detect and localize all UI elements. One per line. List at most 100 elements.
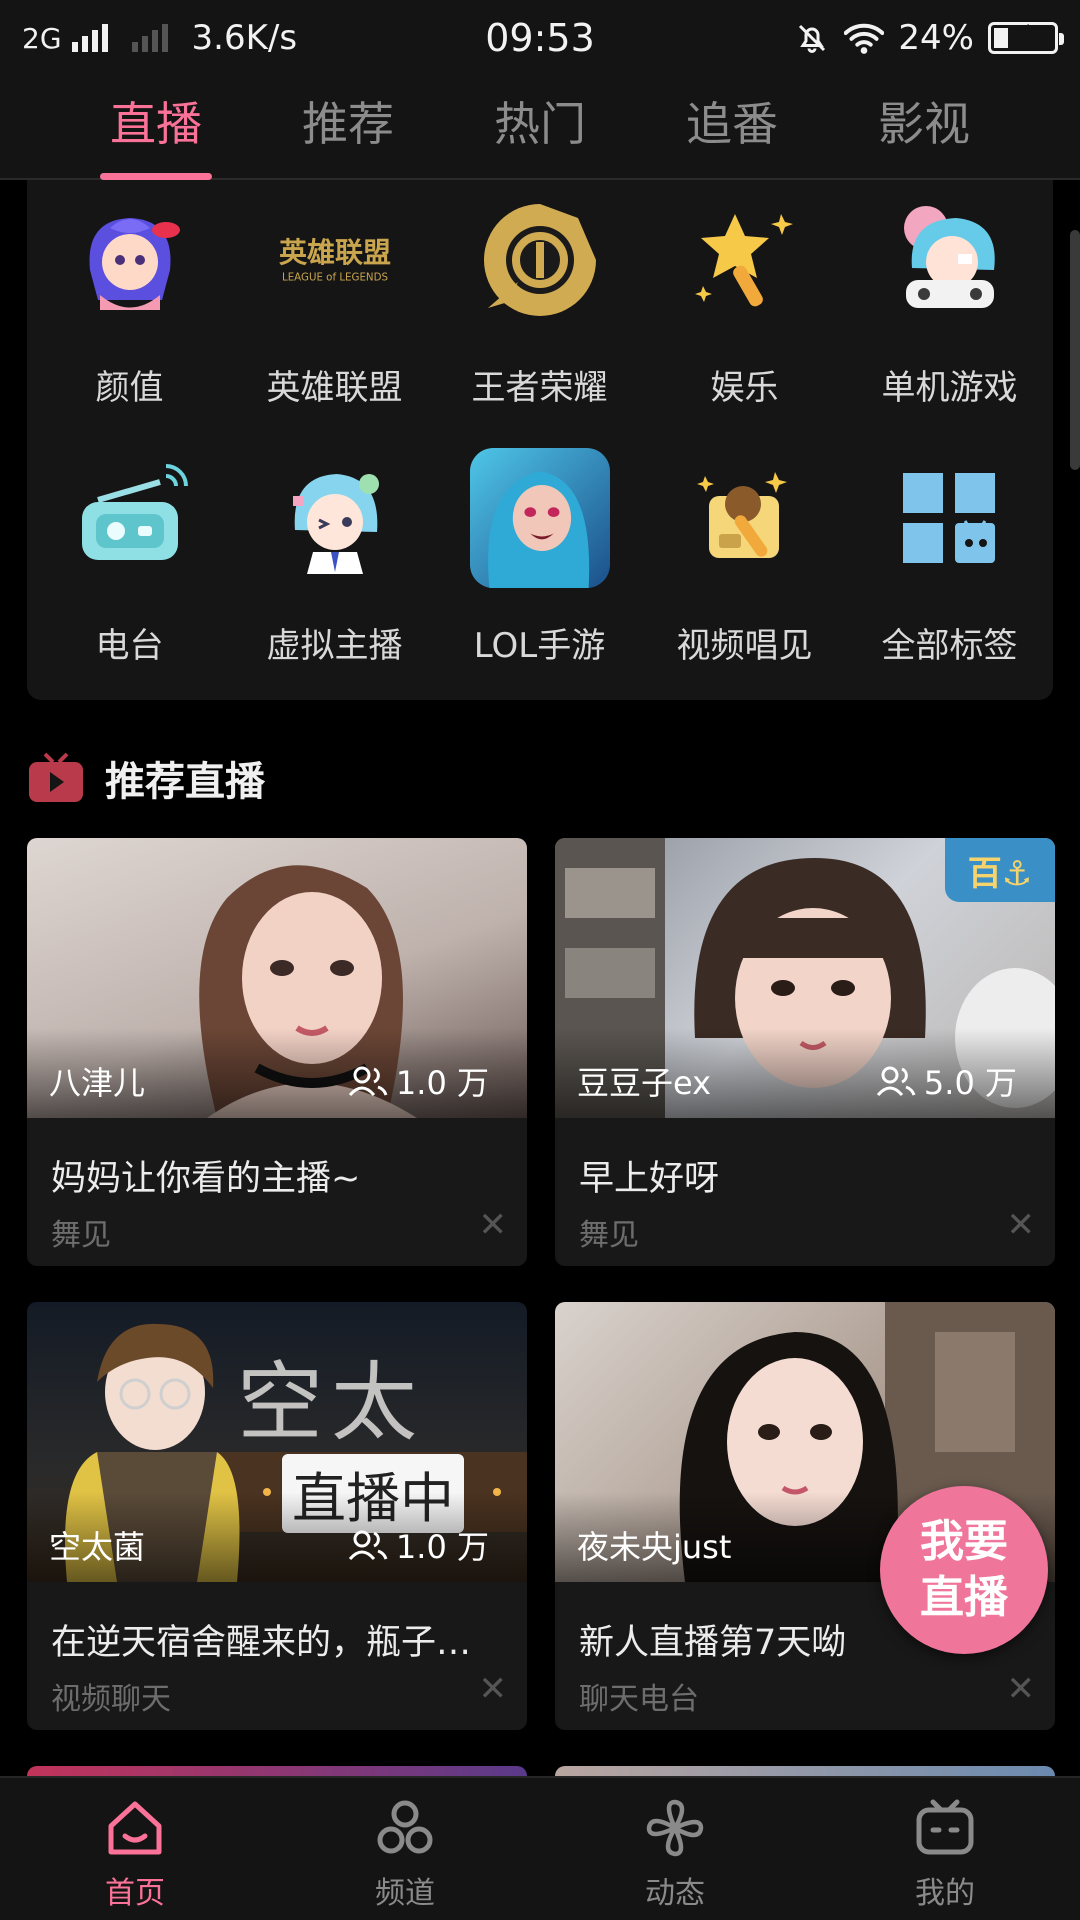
viewer-count-text: 1.0 万: [395, 1064, 489, 1102]
close-icon[interactable]: ✕: [479, 1672, 508, 1706]
anime-girl-lips-icon: [60, 190, 200, 330]
category-item-entertainment[interactable]: 娱乐: [642, 180, 847, 438]
bottom-nav: 首页 频道 动态 我的: [0, 1776, 1080, 1920]
nav-channels[interactable]: 频道: [270, 1778, 540, 1920]
tab-live[interactable]: 直播: [60, 88, 252, 180]
category-label: LOL手游: [473, 626, 606, 666]
close-icon[interactable]: ✕: [1007, 1208, 1036, 1242]
battery-icon: ⚡: [988, 21, 1064, 54]
category-item-beauty[interactable]: 颜值: [27, 180, 232, 438]
category-item-honor-of-kings[interactable]: 王者荣耀: [437, 180, 642, 438]
tab-anime[interactable]: 追番: [636, 88, 828, 166]
nav-label: 频道: [375, 1876, 435, 1911]
stream-category: 舞见: [579, 1218, 639, 1253]
live-card[interactable]: 空太 直播中 空太菌 1.0 万 在逆天宿舍醒来的，瓶子… 视频聊天 ✕: [27, 1302, 527, 1730]
stream-title: 早上好呀: [579, 1159, 720, 1199]
live-card[interactable]: 百⚓ 豆豆子ex 5.0 万 早上好呀 舞见 ✕: [555, 838, 1055, 1266]
category-label: 英雄联盟: [266, 368, 403, 408]
category-label: 全部标签: [881, 626, 1018, 666]
network-speed: 3.6K/s: [191, 18, 298, 58]
viewer-count: 1.0 万: [348, 1522, 489, 1568]
wifi-icon: [844, 23, 885, 54]
stream-title: 在逆天宿舍醒来的，瓶子…: [51, 1623, 472, 1663]
category-item-radio[interactable]: 电台: [27, 438, 232, 696]
close-icon[interactable]: ✕: [479, 1208, 508, 1242]
category-item-single-player-games[interactable]: 单机游戏: [847, 180, 1052, 438]
category-item-video-singing[interactable]: 视频唱见: [642, 438, 847, 696]
thumbnail-text: 空太: [237, 1353, 425, 1453]
nav-label: 我的: [915, 1876, 975, 1911]
tab-hot[interactable]: 热门: [444, 88, 636, 166]
tab-movies[interactable]: 影视: [828, 88, 1020, 166]
nav-label: 动态: [645, 1876, 705, 1911]
nav-home[interactable]: 首页: [0, 1778, 270, 1920]
tab-recommend[interactable]: 推荐: [252, 88, 444, 166]
category-label: 虚拟主播: [266, 626, 403, 666]
streamer-name: 八津儿: [49, 1064, 146, 1102]
category-panel: 颜值 英雄联盟 LEAGUE of LEGENDS 英雄联盟 王者荣耀 娱乐 单机…: [27, 180, 1053, 700]
category-item-lol[interactable]: 英雄联盟 LEAGUE of LEGENDS 英雄联盟: [232, 180, 437, 438]
stream-category: 聊天电台: [579, 1682, 699, 1717]
signal-2-icon: [131, 24, 168, 52]
signal-icon: [71, 24, 108, 52]
section-title: 推荐直播: [105, 759, 265, 805]
corner-badge: 百⚓: [945, 838, 1055, 902]
category-label: 电台: [95, 626, 164, 666]
honor-of-kings-logo: [470, 190, 610, 330]
streamer-name: 空太菌: [49, 1528, 146, 1566]
microphone-star-icon: [675, 190, 815, 330]
category-item-virtual-streamer[interactable]: 虚拟主播: [232, 438, 437, 696]
mute-bell-icon: [799, 24, 826, 53]
all-tags-grid-icon: [880, 448, 1020, 588]
top-tabs: 直播 推荐 热门 追番 影视: [0, 76, 1080, 180]
home-icon: [108, 1801, 162, 1855]
league-of-legends-logo: 英雄联盟 LEAGUE of LEGENDS: [265, 190, 405, 330]
tv-icon: [29, 752, 83, 802]
stream-category: 视频聊天: [51, 1682, 171, 1717]
category-item-all-tags[interactable]: 全部标签: [847, 438, 1052, 696]
radio-icon: [60, 448, 200, 588]
svg-text:LEAGUE of LEGENDS: LEAGUE of LEGENDS: [281, 272, 387, 284]
network-type: 2G: [22, 21, 62, 55]
streamer-name: 夜未央just: [577, 1528, 732, 1566]
category-label: 颜值: [95, 368, 164, 408]
viewers-icon: [348, 1066, 388, 1097]
viewers-icon: [348, 1530, 388, 1561]
lol-mobile-app-icon: [469, 448, 610, 588]
stream-thumbnail[interactable]: 百⚓ 豆豆子ex 5.0 万: [555, 838, 1055, 1118]
section-header: 推荐直播: [27, 745, 265, 811]
category-label: 视频唱见: [676, 626, 813, 666]
nav-label: 首页: [105, 1876, 165, 1911]
battery-percent: 24%: [898, 18, 974, 58]
virtual-streamer-icon: [265, 448, 405, 588]
category-label: 娱乐: [710, 368, 779, 408]
go-live-line2: 直播: [920, 1572, 1008, 1623]
go-live-line1: 我要: [920, 1516, 1008, 1567]
live-card[interactable]: 八津儿 1.0 万 妈妈让你看的主播~ 舞见 ✕: [27, 838, 527, 1266]
category-label: 单机游戏: [881, 368, 1018, 408]
pinwheel-icon: [646, 1799, 704, 1857]
viewer-count: 5.0 万: [876, 1058, 1017, 1104]
viewer-count: 1.0 万: [348, 1058, 489, 1104]
viewer-count-text: 1.0 万: [395, 1528, 489, 1566]
stream-category: 舞见: [51, 1218, 111, 1253]
category-label: 王者荣耀: [471, 368, 608, 408]
singing-mic-icon: [675, 448, 815, 588]
anime-girl-gamepad-icon: [880, 190, 1020, 330]
status-left: 2G 3.6K/s: [22, 18, 794, 58]
close-icon[interactable]: ✕: [1007, 1672, 1036, 1706]
status-bar: 2G 3.6K/s 09:53 24% ⚡: [0, 0, 1080, 76]
nav-profile[interactable]: 我的: [810, 1778, 1080, 1920]
channels-icon: [377, 1800, 433, 1854]
viewer-count-text: 5.0 万: [923, 1064, 1017, 1102]
nav-activity[interactable]: 动态: [540, 1778, 810, 1920]
stream-thumbnail[interactable]: 空太 直播中 空太菌 1.0 万: [27, 1302, 527, 1582]
streamer-name: 豆豆子ex: [577, 1064, 712, 1102]
go-live-button[interactable]: 我要 直播: [880, 1486, 1048, 1654]
scrollbar[interactable]: [1070, 230, 1080, 470]
status-right: 24% ⚡: [794, 18, 1064, 58]
category-item-lol-mobile[interactable]: LOL手游: [437, 438, 642, 696]
stream-thumbnail[interactable]: 八津儿 1.0 万: [27, 838, 527, 1118]
tv-face-icon: [916, 1799, 974, 1855]
svg-text:英雄联盟: 英雄联盟: [278, 236, 390, 269]
